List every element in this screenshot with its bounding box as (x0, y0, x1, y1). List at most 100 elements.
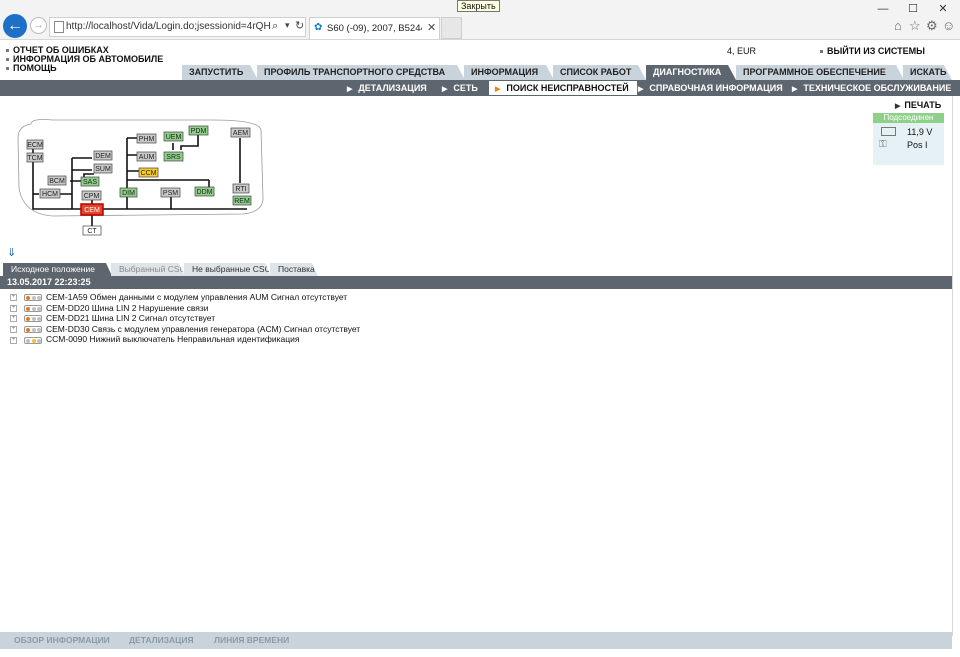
tab-information[interactable]: ИНФОРМАЦИЯ (464, 65, 554, 80)
module-aum[interactable]: AUM (136, 151, 157, 162)
subtab-troubleshooting[interactable]: ▶ ПОИСК НЕИСПРАВНОСТЕЙ (489, 81, 637, 95)
smiley-icon[interactable]: ☺ (942, 18, 955, 33)
module-dem[interactable]: DEM (93, 150, 113, 161)
tab-vehicle-profile[interactable]: ПРОФИЛЬ ТРАНСПОРТНОГО СРЕДСТВА (257, 65, 465, 80)
module-ecm[interactable]: ECM (26, 139, 44, 150)
module-ct[interactable]: CT (82, 225, 102, 236)
footer-detail-link[interactable]: ДЕТАЛИЗАЦИЯ (129, 635, 194, 645)
tab-initial-position[interactable]: Исходное положение (3, 263, 112, 276)
minimize-icon[interactable]: — (873, 2, 893, 16)
module-rem[interactable]: REM (232, 195, 252, 206)
lamp-icon (37, 338, 41, 343)
module-cpm[interactable]: CPM (81, 190, 102, 201)
module-ddm[interactable]: DDM (194, 186, 215, 197)
footer-overview-link[interactable]: ОБЗОР ИНФОРМАЦИИ (14, 635, 110, 645)
tab-favicon-icon: ✿ (314, 22, 323, 33)
connection-status-header: Подсоединен (873, 113, 944, 123)
address-text[interactable]: http://localhost/Vida/Login.do;jsessioni… (66, 21, 270, 32)
module-tcm[interactable]: TCM (26, 152, 44, 163)
address-bar[interactable]: http://localhost/Vida/Login.do;jsessioni… (49, 17, 306, 37)
fault-row[interactable]: + CEM-1A59 Обмен данными с модулем управл… (10, 292, 347, 303)
module-sum[interactable]: SUM (93, 163, 113, 174)
maximize-icon[interactable]: ☐ (903, 2, 923, 16)
tab-selected-csc[interactable]: Выбранный CSC (111, 263, 185, 276)
module-label: AEM (233, 130, 248, 137)
module-rti[interactable]: RTI (232, 183, 250, 194)
logout-link[interactable]: ВЫЙТИ ИЗ СИСТЕМЫ (820, 46, 925, 56)
subtab-maintenance[interactable]: ▶ ТЕХНИЧЕСКОЕ ОБСЛУЖИВАНИЕ (792, 81, 951, 95)
refresh-icon[interactable]: ↻ (295, 19, 304, 32)
lamp-icon (37, 306, 41, 311)
lamp-icon (31, 338, 36, 343)
module-label: HCM (42, 191, 58, 198)
fault-text: CEM-DD30 Связь с модулем управления гене… (46, 323, 361, 334)
expand-icon[interactable]: + (10, 294, 17, 302)
module-label: SAS (83, 179, 97, 186)
search-icon[interactable]: ⌕ (272, 20, 278, 33)
module-uem[interactable]: UEM (163, 131, 184, 142)
tab-unselected-csc[interactable]: Не выбранные CSC (184, 263, 271, 276)
browser-tab[interactable]: ✿ S60 (-09), 2007, B5244S, M5... ✕ (309, 17, 440, 39)
key-icon: ⚿ (879, 139, 887, 150)
connection-status-panel: Подсоединен ⚿ 11,9 V Pos I (873, 113, 944, 165)
module-aem[interactable]: AEM (230, 127, 251, 138)
ignition-position: Pos I (907, 140, 928, 150)
expand-icon[interactable]: + (10, 304, 17, 312)
module-label: DDM (197, 189, 213, 196)
expand-icon[interactable]: + (10, 315, 17, 323)
module-dim[interactable]: DIM (119, 187, 138, 198)
print-link[interactable]: ▶ ПЕЧАТЬ (895, 100, 941, 110)
module-label: CPM (84, 193, 100, 200)
subtab-detail[interactable]: ▶ ДЕТАЛИЗАЦИЯ (347, 81, 427, 95)
module-label: REM (234, 198, 250, 205)
module-bcm[interactable]: BCM (47, 175, 67, 186)
expand-icon[interactable]: + (10, 326, 17, 334)
fault-row[interactable]: + CEM-DD30 Связь с модулем управления ген… (10, 324, 360, 335)
forward-arrow-icon[interactable]: → (30, 17, 47, 34)
gear-icon[interactable]: ⚙ (926, 18, 938, 34)
tab-work-list[interactable]: СПИСОК РАБОТ (553, 65, 646, 80)
tab-delivery[interactable]: Поставка (270, 263, 318, 276)
tab-diagnostics[interactable]: ДИАГНОСТИКА (646, 65, 736, 80)
module-label: PHM (139, 136, 155, 143)
module-phm[interactable]: PHM (136, 133, 157, 144)
module-sas[interactable]: SAS (80, 176, 100, 187)
tab-software[interactable]: ПРОГРАММНОЕ ОБЕСПЕЧЕНИЕ (736, 65, 904, 80)
module-label: PDM (191, 128, 207, 135)
subtab-reference[interactable]: ▶ СПРАВОЧНАЯ ИНФОРМАЦИЯ (638, 81, 783, 95)
module-cem[interactable]: CEM (80, 203, 104, 216)
fault-text: CEM-1A59 Обмен данными с модулем управле… (46, 292, 348, 302)
lamp-icon (26, 338, 30, 343)
lamp-icon (31, 306, 36, 311)
module-pdm[interactable]: PDM (188, 125, 209, 136)
fault-row[interactable]: + CEM-DD21 Шина LIN 2 Сигнал отсутствует (10, 313, 215, 324)
module-label: PSM (163, 190, 178, 197)
scrollbar[interactable] (952, 96, 953, 636)
help-link[interactable]: ПОМОЩЬ (6, 63, 57, 73)
fault-row[interactable]: + CEM-DD20 Шина LIN 2 Нарушение связи (10, 303, 209, 314)
status-lamps-icon (24, 326, 42, 334)
module-psm[interactable]: PSM (160, 187, 181, 198)
subtab-network[interactable]: ▶ СЕТЬ (442, 81, 478, 95)
footer-timeline-link[interactable]: ЛИНИЯ ВРЕМЕНИ (214, 635, 289, 645)
lamp-icon (37, 296, 41, 301)
module-srs[interactable]: SRS (163, 151, 184, 162)
home-icon[interactable]: ⌂ (894, 18, 902, 33)
tab-search[interactable]: ИСКАТЬ (903, 65, 952, 80)
status-lamps-icon (24, 315, 42, 323)
module-label: DEM (95, 153, 111, 160)
dropdown-icon[interactable]: ▾ (285, 20, 290, 31)
expand-icon[interactable]: + (10, 336, 17, 344)
fault-row[interactable]: + CCM-0090 Нижний выключатель Неправильна… (10, 334, 299, 345)
star-icon[interactable]: ☆ (909, 18, 921, 34)
tab-close-icon[interactable]: ✕ (427, 21, 436, 34)
new-tab-button[interactable] (441, 17, 462, 39)
fault-text: CEM-DD20 Шина LIN 2 Нарушение связи (46, 302, 209, 313)
module-ccm[interactable]: CCM (138, 167, 159, 178)
tab-start[interactable]: ЗАПУСТИТЬ (182, 65, 258, 80)
module-hcm[interactable]: HCM (39, 188, 61, 199)
back-arrow-icon[interactable]: ← (3, 14, 27, 38)
close-window-icon[interactable]: ✕ (933, 2, 953, 16)
module-label: CEM (84, 207, 100, 214)
info-download-icon[interactable]: ⇓ (7, 246, 16, 259)
